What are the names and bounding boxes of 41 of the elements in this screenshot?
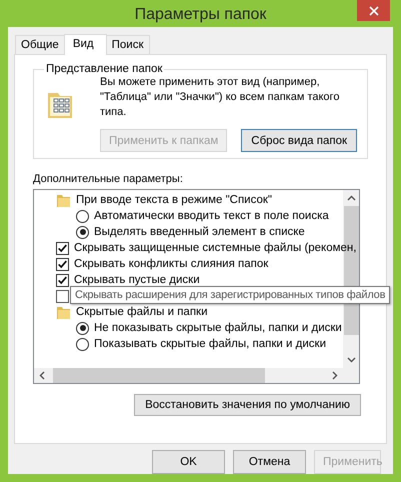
check-icon — [57, 258, 68, 270]
scroll-up-icon — [346, 194, 356, 203]
ok-button[interactable]: OK — [152, 450, 225, 474]
tab[interactable]: Вид — [64, 34, 107, 55]
scroll-left-icon — [38, 370, 47, 381]
cancel-button[interactable]: Отмена — [233, 450, 306, 474]
tab[interactable]: Общие — [15, 35, 65, 54]
check-icon — [57, 242, 68, 254]
tooltip: Скрывать расширения для зарегистрированных типов файлов — [70, 286, 390, 304]
group-title: Представление папок — [45, 63, 164, 75]
checkbox[interactable] — [56, 274, 69, 286]
window-title: Параметры папок — [134, 5, 268, 24]
option-label: Скрывать конфликты слияния папок — [74, 258, 268, 270]
checkbox[interactable] — [56, 290, 69, 302]
radio-button[interactable] — [76, 338, 89, 350]
checkbox[interactable] — [56, 242, 69, 254]
checkbox[interactable] — [56, 258, 69, 270]
option-label: Скрывать пустые диски — [74, 274, 200, 286]
scroll-right-icon — [330, 370, 339, 381]
check-icon — [57, 274, 68, 286]
option-label: Скрывать защищенные системные файлы (рекомен, — [74, 242, 356, 254]
folder-icon — [56, 192, 71, 208]
radio-button[interactable] — [76, 322, 89, 334]
scroll-thumb[interactable] — [53, 368, 265, 383]
option-label: Выделять введенный элемент в списке — [94, 226, 305, 238]
option-label: При вводе текста в режиме "Список" — [76, 194, 272, 206]
scroll-down-icon — [346, 355, 356, 364]
section-label: Дополнительные параметры: — [33, 173, 184, 185]
option-label: Скрытые файлы и папки — [76, 306, 208, 318]
radio-button[interactable] — [76, 210, 89, 222]
close-icon — [368, 6, 378, 16]
folder-icon — [56, 304, 71, 320]
tab[interactable]: Поиск — [106, 35, 150, 54]
description-text: Вы можете применить этот вид (например, "Таблица" или "Значки") ко всем папкам такого типа. — [100, 75, 340, 120]
reset-folders-button[interactable]: Сброс вида папок — [241, 129, 358, 152]
option-label: Автоматически вводить текст в поле поиска — [94, 210, 329, 222]
option-label: Не показывать скрытые файлы, папки и диски — [94, 322, 342, 334]
restore-defaults-button[interactable]: Восстановить значения по умолчанию — [134, 394, 361, 416]
option-label: Показывать скрытые файлы, папки и диски — [94, 338, 326, 350]
radio-button[interactable] — [76, 226, 89, 238]
close-button[interactable] — [357, 0, 390, 21]
